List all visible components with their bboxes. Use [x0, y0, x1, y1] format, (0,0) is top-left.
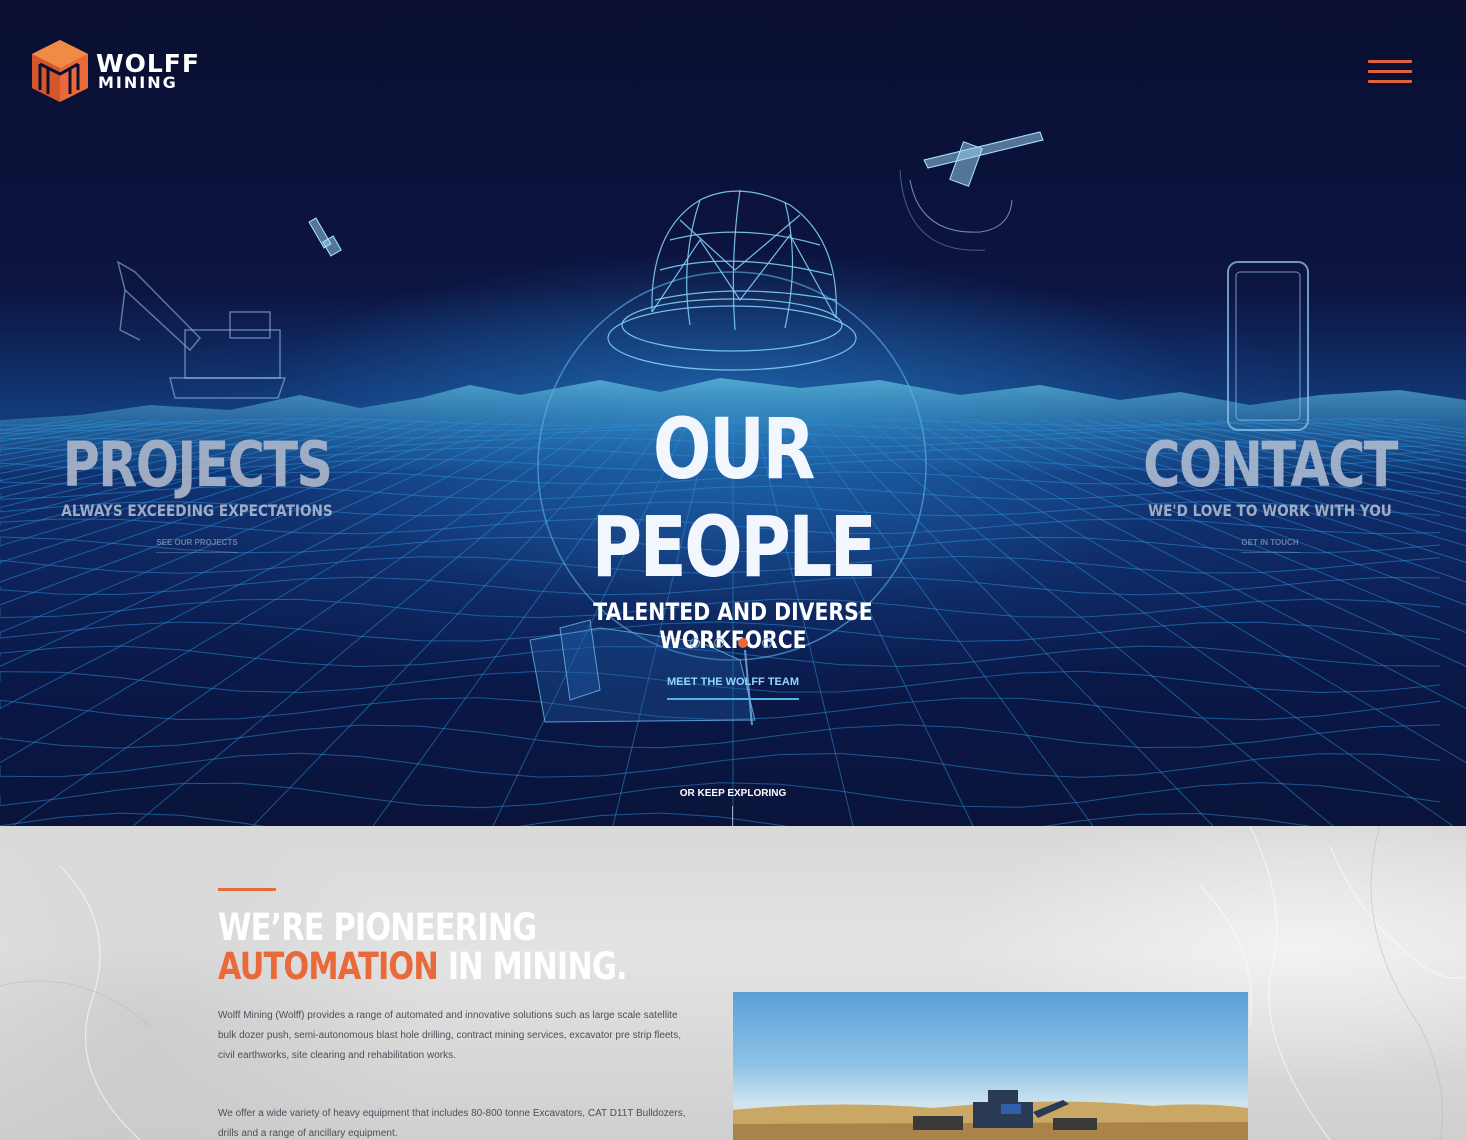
our-people-title: OUR PEOPLE	[591, 400, 877, 596]
projects-subtitle: ALWAYS EXCEEDING EXPECTATIONS	[61, 501, 333, 520]
logo-wordmark-line2: MINING	[98, 73, 178, 93]
keep-exploring-link[interactable]: OR KEEP EXPLORING	[633, 788, 833, 799]
about-section: WE’RE PIONEERING AUTOMATION IN MINING. W…	[0, 826, 1466, 1140]
small-satellite-icon	[308, 217, 342, 257]
hero-section: WOLFF MINING PROJECTS ALWAYS EXCEEDING E…	[0, 0, 1466, 826]
see-projects-link[interactable]: SEE OUR PROJECTS	[156, 538, 238, 553]
heading-rest: IN MINING.	[437, 945, 628, 988]
about-paragraph-1: Wolff Mining (Wolff) provides a range of…	[218, 1010, 681, 1061]
heading-line1: WE’RE PIONEERING	[218, 906, 537, 949]
meet-team-link[interactable]: MEET THE WOLFF TEAM	[667, 676, 799, 700]
satellite-icon	[899, 131, 1044, 251]
slider-dot-active[interactable]	[738, 638, 748, 648]
contact-panel[interactable]: CONTACT WE'D LOVE TO WORK WITH YOU GET I…	[1100, 428, 1440, 553]
projects-panel[interactable]: PROJECTS ALWAYS EXCEEDING EXPECTATIONS S…	[30, 428, 364, 553]
excavator-icon	[116, 260, 287, 399]
slider-dot[interactable]	[690, 638, 700, 648]
contact-title: CONTACT	[1143, 428, 1398, 501]
our-people-panel[interactable]: OUR PEOPLE TALENTED AND DIVERSE WORKFORC…	[483, 400, 983, 700]
hamburger-menu-icon[interactable]	[1368, 58, 1414, 86]
get-in-touch-link[interactable]: GET IN TOUCH	[1241, 538, 1299, 553]
section-heading: WE’RE PIONEERING AUTOMATION IN MINING.	[218, 908, 644, 986]
heading-accent: AUTOMATION	[218, 945, 439, 988]
hard-hat-icon	[607, 189, 857, 371]
mining-equipment-photo	[733, 992, 1248, 1140]
slider-dot[interactable]	[762, 638, 772, 648]
logo-wordmark-line1: WOLFF	[96, 48, 200, 78]
wolff-logo-icon	[32, 40, 88, 102]
grid-line	[0, 812, 1312, 826]
about-paragraph-2: We offer a wide variety of heavy equipme…	[218, 1108, 686, 1139]
section-accent-line	[218, 888, 276, 891]
slider-dot[interactable]	[714, 638, 724, 648]
grid-line	[0, 724, 1441, 749]
wolff-mining-logo[interactable]: WOLFF MINING	[30, 38, 200, 104]
slider-pagination	[690, 638, 772, 648]
projects-title: PROJECTS	[62, 428, 333, 501]
contact-subtitle: WE'D LOVE TO WORK WITH YOU	[1148, 501, 1392, 520]
